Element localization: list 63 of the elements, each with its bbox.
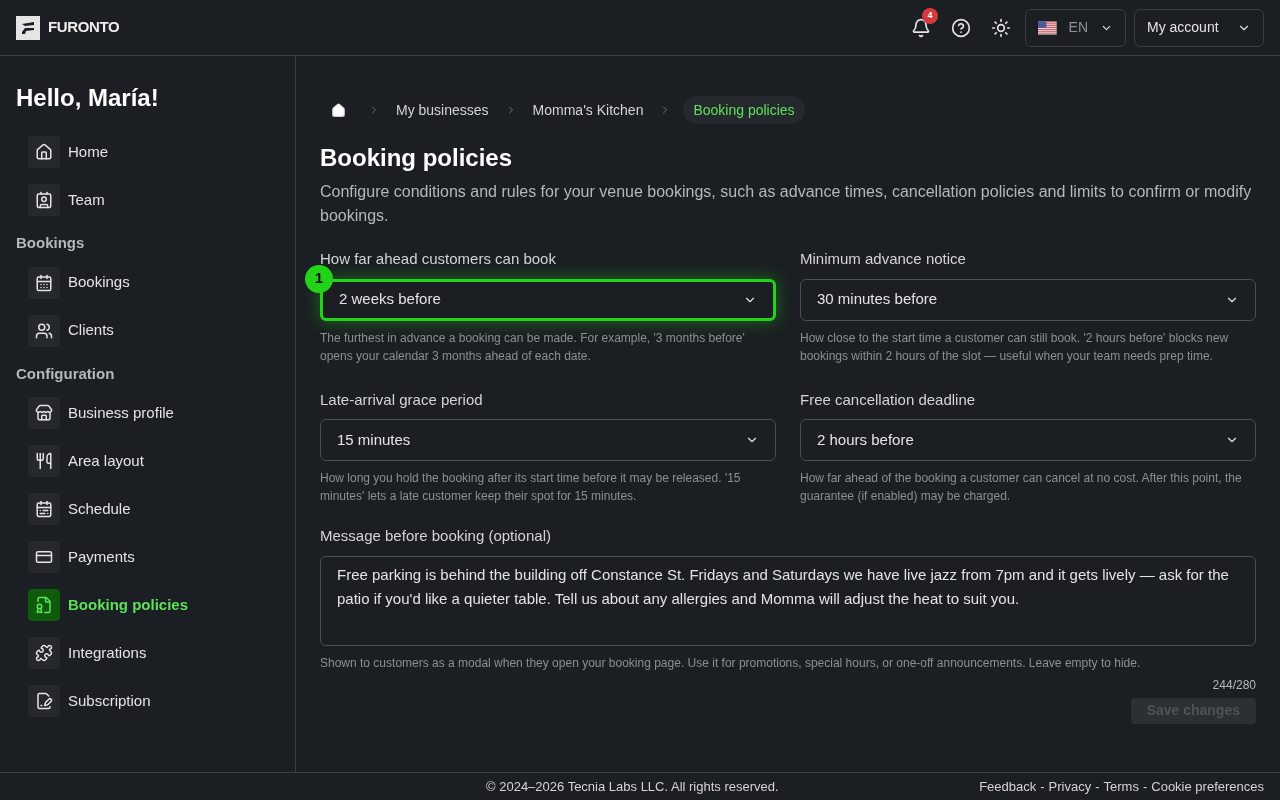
sidebar-item[interactable]: Business profile <box>16 389 279 437</box>
help-text: How far ahead of the booking a customer can cancel at no cost. After this point, the guarantee (if enabled) may be charged. <box>800 470 1243 505</box>
calendar-icon <box>35 273 53 292</box>
help-icon <box>951 17 971 38</box>
select-field[interactable]: 15 minutes <box>320 419 776 461</box>
house-icon <box>35 143 53 161</box>
message-textarea[interactable]: Free parking is behind the building off Constance St. Fridays and Saturdays we have live jazz from 7pm and it gets lively — ask for the patio if you'd like a quieter table. Tell us about any allergies and Momma will adjust the heat to suit you. <box>320 555 1256 646</box>
sidebar-item[interactable]: Home <box>16 128 279 176</box>
help-text: How long you hold the booking after its start time before it may be released. '15 minutes' lets a late customer keep their spot for 15 minutes. <box>320 470 742 505</box>
link-separator: - <box>1095 777 1100 796</box>
sidebar-item[interactable]: Team <box>16 176 279 224</box>
document-signature-icon <box>35 692 53 710</box>
help-text: How close to the start time a customer can still book. '2 hours before' blocks new bookings within 2 hours of the slot — useful when your team needs prep time. <box>800 329 1230 365</box>
sidebar-item[interactable]: Clients <box>16 306 279 355</box>
document-badge-icon <box>35 596 53 614</box>
breadcrumb-link[interactable]: Momma's Kitchen <box>528 96 648 124</box>
link-separator: - <box>1040 777 1045 796</box>
help-text: The furthest in advance a booking can be made. For example, '3 months before' opens your calendar 3 months ahead of each date. <box>320 329 746 365</box>
character-counter: 244/280 <box>1212 676 1256 694</box>
footer-link[interactable]: Terms <box>1103 776 1139 797</box>
account-menu[interactable]: My account <box>1134 8 1264 47</box>
calendar-icon <box>35 500 53 518</box>
greeting: Hello, María! <box>16 83 160 113</box>
link-separator: - <box>1142 777 1148 796</box>
breadcrumb-link[interactable]: Booking policies <box>683 96 805 124</box>
house-icon <box>330 102 346 118</box>
field-label: Minimum advance notice <box>800 249 967 269</box>
bell-icon <box>911 17 931 38</box>
store-icon <box>35 404 53 422</box>
footer-link[interactable]: Privacy <box>1048 776 1092 797</box>
page-title: Booking policies <box>320 143 514 173</box>
help-text: Shown to customers as a modal when they open your booking page. Use it for promotions, special hours, or one-off announcements. Leave empty to hide. <box>320 654 1142 672</box>
select-field[interactable]: 30 minutes before <box>800 278 1256 321</box>
sidebar-item[interactable]: Area layout <box>16 437 279 485</box>
select-field[interactable]: 2 hours before <box>800 419 1256 461</box>
sidebar-item[interactable]: Integrations <box>16 629 279 677</box>
page-description: Configure conditions and rules for your venue bookings, such as advance times, cancellation policies and limits to confirm or modify bookings. <box>320 182 1253 226</box>
sidebar-item[interactable]: Schedule <box>16 485 279 533</box>
fork-moon-icon <box>35 452 53 470</box>
footer-link[interactable]: Feedback <box>979 776 1037 797</box>
sidebar-section-title: Bookings <box>16 233 86 253</box>
copyright-text: © 2024–2026 Tecnia Labs LLC. All rights reserved. <box>486 777 779 796</box>
brand-name: FURONTO <box>48 17 120 38</box>
footer-link[interactable]: Cookie preferences <box>1151 776 1264 797</box>
field-label: Free cancellation deadline <box>800 389 977 410</box>
logo-icon <box>16 15 40 40</box>
step-badge: 1 <box>305 264 333 293</box>
sidebar-item[interactable]: Subscription <box>16 677 279 725</box>
sidebar-item[interactable]: Payments <box>16 533 279 581</box>
notification-count: 4 <box>922 7 938 24</box>
sidebar-section-title: Configuration <box>16 363 116 384</box>
breadcrumb-link[interactable]: My businesses <box>392 96 493 124</box>
id-badge-icon <box>35 191 53 209</box>
field-label: Message before booking (optional) <box>320 526 552 546</box>
puzzle-icon <box>35 644 53 662</box>
flag-icon <box>1038 20 1057 35</box>
sun-icon <box>991 17 1011 38</box>
language-select[interactable]: EN <box>1025 8 1126 47</box>
sidebar-item[interactable]: Booking policies <box>16 581 279 629</box>
sidebar-item[interactable]: Bookings <box>16 258 279 307</box>
field-label: Late-arrival grace period <box>320 389 484 410</box>
users-icon <box>35 321 53 340</box>
card-icon <box>35 548 53 566</box>
